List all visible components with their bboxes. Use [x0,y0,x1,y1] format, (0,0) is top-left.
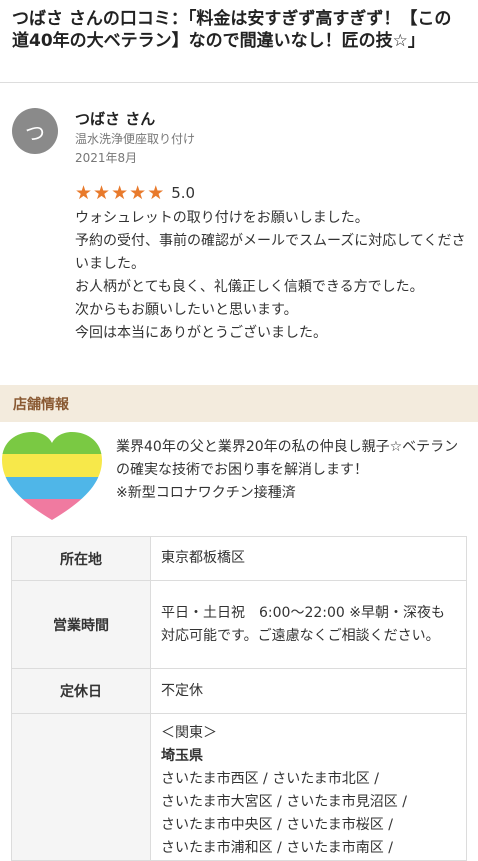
star-icon: ★ [129,182,147,204]
star-icon: ★ [111,182,129,204]
review-line: ウォシュレットの取り付けをお願いしました。 [75,210,369,226]
shop-intro-line: ※新型コロナワクチン接種済 [116,485,296,501]
location-label: 所在地 [11,536,151,581]
review-date: 2021年8月 [75,151,138,165]
holiday-value: 不定休 [150,668,467,714]
star-icon: ★ [75,182,93,204]
review-line: お人柄がとても良く、礼儀正しく信頼できる方でした。 [75,279,424,295]
table-row: ＜関東＞ 埼玉県 さいたま市西区 / さいたま市北区 / さいたま市大宮区 / … [11,713,467,861]
location-value: 東京都板橋区 [150,536,467,581]
area-prefecture: 埼玉県 [161,748,203,764]
avatar: つ [12,108,58,154]
page-title: つばさ さんの口コミ：「料金は安すぎず高すぎず！【この道40年の大ベテラン】なの… [12,9,452,51]
title-divider [0,82,478,83]
area-city-line[interactable]: さいたま市中央区 / さいたま市桜区 / [161,814,456,837]
review-body: ウォシュレットの取り付けをお願いしました。 予約の受付、事前の確認がメールでスム… [75,207,467,345]
area-city-line[interactable]: さいたま市西区 / さいたま市北区 / [161,768,456,791]
review-line: 予約の受付、事前の確認がメールでスムーズに対応してくださいました。 [75,233,466,272]
rating: ★ ★ ★ ★ ★ 5.0 [75,183,195,203]
reviewer-service[interactable]: 温水洗浄便座取り付け [75,130,195,147]
area-label [11,713,151,861]
table-row: 所在地 東京都板橋区 [11,536,467,581]
reviewer-name: つばさ さん [75,110,156,128]
shop-intro: 業界40年の父と業界20年の私の仲良し親子☆ベテランの確実な技術でお困り事を解消… [116,436,470,505]
star-icon: ★ [147,182,165,204]
rating-score: 5.0 [171,184,196,202]
table-row: 営業時間 平日・土日祝 6:00〜22:00 ※早朝・深夜も対応可能です。ご遠慮… [11,580,467,669]
area-city-line[interactable]: さいたま市大宮区 / さいたま市見沼区 / [161,791,456,814]
area-region: ＜関東＞ [161,725,217,741]
area-city-line[interactable]: さいたま市浦和区 / さいたま市南区 / [161,837,456,860]
star-icon: ★ [93,182,111,204]
shop-info-label: 店舗情報 [13,397,69,413]
hours-label: 営業時間 [11,580,151,669]
shop-logo-heart-icon [2,432,102,520]
shop-info-table: 所在地 東京都板橋区 営業時間 平日・土日祝 6:00〜22:00 ※早朝・深夜… [11,536,467,861]
shop-intro-line: 業界40年の父と業界20年の私の仲良し親子☆ベテランの確実な技術でお困り事を解消… [116,439,459,478]
shop-info-header: 店舗情報 [0,385,478,422]
review-line: 今回は本当にありがとうございました。 [75,325,327,341]
table-row: 定休日 不定休 [11,668,467,714]
holiday-label: 定休日 [11,668,151,714]
hours-value: 平日・土日祝 6:00〜22:00 ※早朝・深夜も対応可能です。ご遠慮なくご相談… [150,580,467,669]
area-value: ＜関東＞ 埼玉県 さいたま市西区 / さいたま市北区 / さいたま市大宮区 / … [150,713,467,861]
review-line: 次からもお願いしたいと思います。 [75,302,298,318]
